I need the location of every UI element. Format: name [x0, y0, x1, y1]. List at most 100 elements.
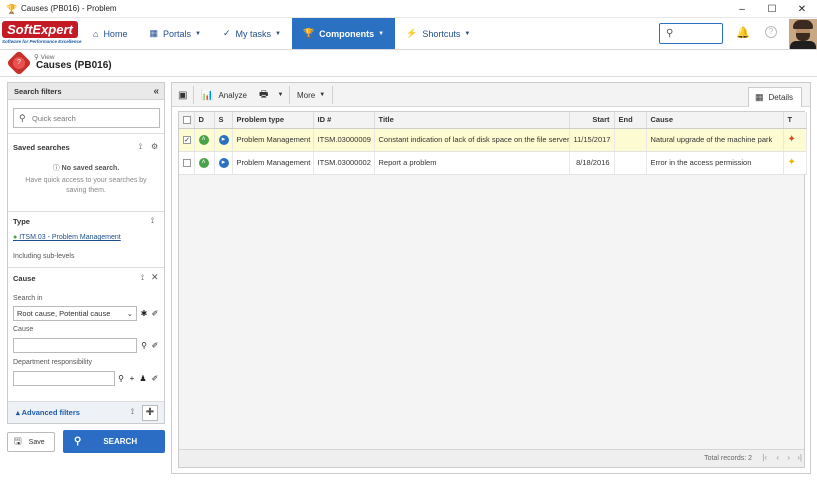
next-page-icon[interactable]: › — [787, 453, 790, 462]
nav-home-label: Home — [103, 28, 128, 39]
nav-my-tasks[interactable]: ✓ My tasks ▼ — [212, 18, 292, 49]
select-all-checkbox[interactable] — [179, 112, 195, 129]
softexpert-logo[interactable]: SoftExpert Software for Performance Exce… — [2, 21, 82, 47]
help-icon[interactable]: ? — [765, 26, 777, 38]
add-filter-button[interactable]: ✚ — [142, 405, 158, 421]
col-header-title[interactable]: Title — [374, 112, 570, 129]
details-tab[interactable]: ▦ Details — [748, 87, 802, 107]
nav-portals[interactable]: ▦ Portals ▼ — [138, 18, 211, 49]
row-checkbox[interactable] — [179, 151, 195, 175]
col-header-t[interactable]: T — [783, 112, 807, 129]
search-icon[interactable]: ⚲ — [116, 371, 126, 386]
row-checkbox[interactable]: ✓ — [179, 128, 195, 152]
page-title: Causes (PB016) — [36, 60, 112, 71]
filters-header: Search filters « — [8, 83, 164, 100]
nav-shortcuts[interactable]: ⚡ Shortcuts ▼ — [395, 18, 481, 49]
maximize-button[interactable]: ☐ — [757, 0, 787, 18]
minimize-button[interactable]: – — [727, 0, 757, 18]
close-button[interactable]: ✕ — [787, 0, 817, 18]
cell-cause: Natural upgrade of the machine park — [646, 128, 784, 152]
total-records: Total records: 2 — [704, 455, 752, 462]
nav-shortcuts-label: Shortcuts — [422, 28, 461, 39]
type-value-link[interactable]: ● ITSM.03 - Problem Management — [13, 234, 121, 241]
brush-icon[interactable]: ⟟ — [131, 407, 134, 417]
col-header-problem-type[interactable]: Problem type — [232, 112, 314, 129]
more-button[interactable]: More ▼ — [297, 83, 325, 107]
asterisk-icon[interactable]: ✱ — [139, 306, 149, 321]
deadline-status-icon: ˄ — [194, 128, 215, 152]
chevron-down-icon: ▼ — [194, 30, 201, 37]
col-header-d[interactable]: D — [194, 112, 215, 129]
type-section: Type ⟟ ● ITSM.03 - Problem Management In… — [8, 212, 164, 268]
save-label: Save — [28, 438, 45, 446]
analyze-label: Analyze — [218, 90, 247, 100]
cause-label: Cause — [13, 326, 34, 333]
search-icon[interactable]: ⚲ — [139, 338, 149, 353]
table-row[interactable]: ˄ ▸ Problem Management ITSM.03000002 Rep… — [179, 151, 807, 175]
nav-home[interactable]: ⌂ Home — [82, 18, 138, 49]
filters-title: Search filters — [14, 87, 62, 96]
view-record-icon[interactable]: ▣ — [178, 83, 187, 107]
user-icon[interactable]: ♟ — [138, 371, 148, 386]
chevron-down-icon: ▼ — [319, 92, 326, 98]
gear-icon[interactable]: ⚙ — [151, 142, 158, 151]
add-icon[interactable]: + — [127, 371, 137, 386]
quick-search-input[interactable]: ⚲ Quick search — [13, 108, 160, 128]
department-field[interactable] — [13, 371, 115, 386]
close-icon[interactable]: ✕ — [151, 272, 159, 283]
save-button[interactable]: 🖫 Save — [7, 432, 55, 452]
nav-components-label: Components — [319, 28, 375, 39]
eraser-icon[interactable]: ✐ — [150, 306, 160, 321]
quick-search-placeholder: Quick search — [32, 114, 76, 123]
deadline-status-icon: ˄ — [194, 151, 215, 175]
saved-search-hint: Have quick access to your searches by sa… — [25, 177, 147, 194]
cell-id: ITSM.03000009 — [313, 128, 375, 152]
chevron-down-icon: ▼ — [275, 30, 281, 37]
table-header: D S Problem type ID # Title Start End Ca… — [179, 112, 807, 129]
cause-field[interactable] — [13, 338, 137, 353]
search-icon: ⚲ — [74, 436, 82, 447]
advanced-filters-bar: ▴ Advanced filters ⟟ ✚ — [8, 401, 164, 423]
details-label: Details — [768, 93, 793, 102]
first-page-icon[interactable]: |‹ — [762, 453, 767, 462]
analyze-button[interactable]: 📊 Analyze — [201, 83, 247, 107]
brush-icon[interactable]: ⟟ — [151, 216, 154, 226]
col-header-s[interactable]: S — [214, 112, 233, 129]
col-header-start[interactable]: Start — [569, 112, 615, 129]
avatar[interactable] — [789, 19, 817, 49]
table-row[interactable]: ✓ ˄ ▸ Problem Management ITSM.03000009 C… — [179, 128, 807, 152]
root-cause-icon: ✦ — [783, 128, 807, 152]
search-in-select[interactable]: Root cause, Potential cause ⌄ — [13, 306, 137, 321]
last-page-icon[interactable]: ›| — [797, 453, 802, 462]
cell-end — [614, 128, 647, 152]
status-icon: ▸ — [214, 128, 233, 152]
brush-icon[interactable]: ⟟ — [139, 142, 142, 152]
search-filters-panel: Search filters « ⚲ Quick search Saved se… — [7, 82, 165, 424]
quick-search-section: ⚲ Quick search — [8, 100, 164, 134]
print-button[interactable]: 🖶 ▼ — [259, 83, 283, 107]
save-icon: 🖫 — [14, 436, 22, 446]
prev-page-icon[interactable]: ‹ — [776, 453, 779, 462]
brush-icon[interactable]: ⟟ — [141, 273, 144, 283]
more-label: More — [297, 90, 316, 100]
problem-badge-glyph: ? — [13, 57, 25, 69]
search-button[interactable]: ⚲ SEARCH — [63, 430, 165, 453]
chevron-down-icon: ▼ — [464, 30, 471, 37]
col-header-end[interactable]: End — [614, 112, 647, 129]
nav-components[interactable]: 🏆 Components ▼ — [291, 18, 396, 49]
printer-icon: 🖶 — [259, 88, 269, 100]
bell-icon[interactable]: 🔔 — [736, 26, 750, 39]
col-header-id[interactable]: ID # — [313, 112, 375, 129]
global-search-input[interactable]: ⚲ — [659, 23, 723, 44]
advanced-filters-toggle[interactable]: ▴ Advanced filters — [16, 408, 80, 417]
portals-icon: ▦ — [149, 28, 158, 38]
eraser-icon[interactable]: ✐ — [150, 371, 160, 386]
bolt-icon: ⚡ — [406, 28, 418, 38]
collapse-icon[interactable]: « — [153, 83, 159, 100]
eraser-icon[interactable]: ✐ — [150, 338, 160, 353]
nav-my-tasks-label: My tasks — [235, 28, 271, 39]
chevron-down-icon: ▼ — [378, 30, 385, 37]
no-saved-search: ⓘ No saved search. — [52, 165, 120, 172]
col-header-cause[interactable]: Cause — [646, 112, 784, 129]
main-menu: ⌂ Home ▦ Portals ▼ ✓ My tasks ▼ 🏆 Compon… — [82, 18, 481, 49]
